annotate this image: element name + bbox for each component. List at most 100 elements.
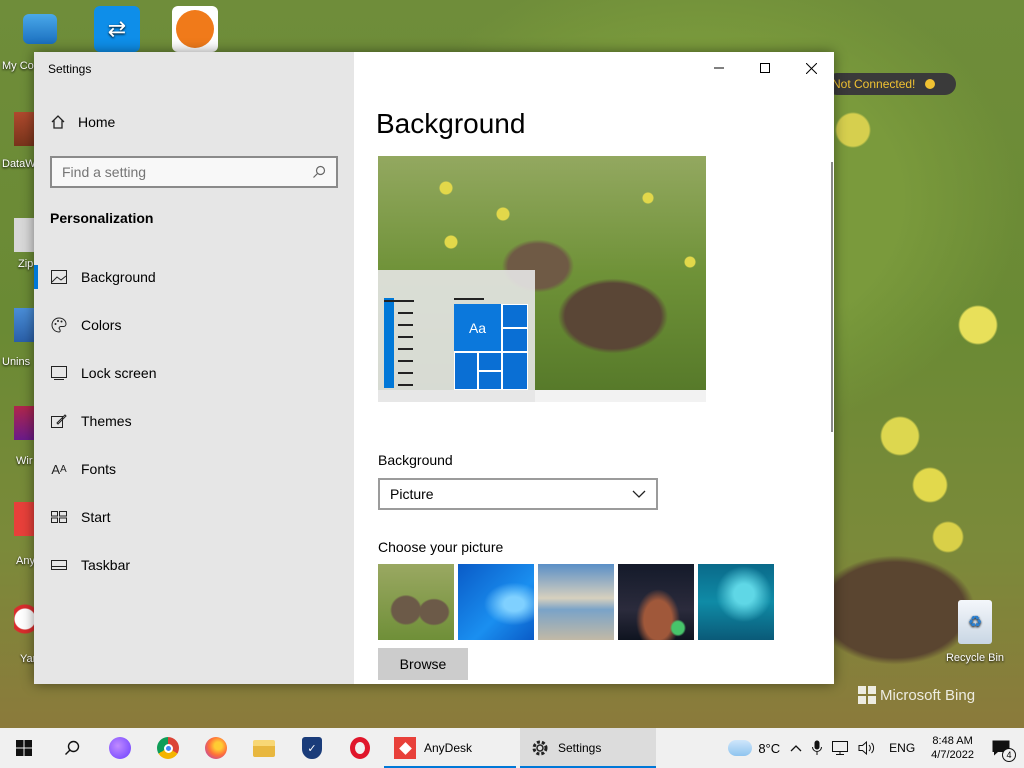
- background-preview: Aa: [378, 156, 706, 402]
- background-type-dropdown[interactable]: Picture: [378, 478, 658, 510]
- section-heading: Personalization: [50, 210, 154, 226]
- nav-item-fonts[interactable]: AA Fonts: [34, 445, 354, 493]
- close-button[interactable]: [788, 52, 834, 84]
- content-scrollbar[interactable]: [831, 162, 833, 432]
- nav-item-label: Start: [81, 509, 111, 525]
- status-dot-icon: [925, 79, 936, 89]
- start-icon: [51, 509, 67, 525]
- chrome-taskbar-button[interactable]: [144, 728, 192, 768]
- minimize-button[interactable]: [696, 52, 742, 84]
- alice-icon: [109, 737, 131, 759]
- anydesk-desktop-icon[interactable]: [14, 502, 36, 536]
- preview-mock-line: [398, 384, 413, 386]
- dropdown-selected-value: Picture: [390, 486, 434, 502]
- window-controls: [696, 52, 834, 84]
- firefox-taskbar-button[interactable]: [192, 728, 240, 768]
- preview-mock-line: [398, 348, 413, 350]
- alice-assistant-button[interactable]: [96, 728, 144, 768]
- clock-time: 8:48 AM: [932, 735, 973, 747]
- zip-desktop-icon[interactable]: [14, 218, 36, 252]
- brush-icon: [51, 413, 67, 429]
- opera-icon: [350, 737, 370, 759]
- picture-thumbnail-windows[interactable]: [458, 564, 534, 640]
- taskbar-app-anydesk[interactable]: AnyDesk: [384, 728, 516, 768]
- nav-item-label: Lock screen: [81, 365, 157, 381]
- network-button[interactable]: [827, 741, 853, 755]
- taskbar-app-label: Settings: [558, 741, 602, 755]
- picture-thumbnail-beach[interactable]: [538, 564, 614, 640]
- datawin-desktop-icon[interactable]: [14, 112, 36, 146]
- preview-mock-line: [398, 312, 413, 314]
- desktop-label: DataW: [2, 158, 36, 170]
- nav-item-start[interactable]: Start: [34, 493, 354, 541]
- picture-thumbnail-underwater[interactable]: [698, 564, 774, 640]
- microsoft-logo-icon: [858, 686, 876, 704]
- preview-mock-line: [454, 298, 484, 300]
- nav-item-label: Background: [81, 269, 156, 285]
- teamviewer-desktop-icon[interactable]: ⇄: [87, 6, 147, 52]
- windows-logo-icon: [16, 740, 32, 756]
- picture-thumbnail-birds[interactable]: [378, 564, 454, 640]
- search-icon: [313, 165, 326, 178]
- action-center-button[interactable]: 4: [982, 740, 1024, 762]
- choose-picture-label: Choose your picture: [378, 539, 504, 555]
- avast-desktop-icon[interactable]: [165, 6, 225, 52]
- taskbar-app-label: AnyDesk: [424, 741, 473, 755]
- firefox-icon: [205, 737, 227, 759]
- system-tray: 8°C ENG 8:48 AM 4/7/2022 4: [723, 728, 1024, 768]
- maximize-button[interactable]: [742, 52, 788, 84]
- language-indicator[interactable]: ENG: [881, 741, 923, 755]
- preview-mock-line: [398, 324, 413, 326]
- home-icon: [51, 115, 65, 129]
- show-hidden-icons-button[interactable]: [785, 744, 807, 752]
- settings-window: Settings Home Personalization Background: [34, 52, 834, 684]
- bing-watermark: Microsoft Bing: [858, 686, 975, 704]
- browse-button[interactable]: Browse: [378, 648, 468, 680]
- desktop-label: My Co: [2, 60, 34, 72]
- folder-icon: [253, 739, 275, 757]
- connection-status-label: Not Connected!: [832, 77, 916, 91]
- watermark-text: Microsoft Bing: [880, 686, 976, 704]
- preview-mock-line: [398, 360, 413, 362]
- connection-status-pill[interactable]: Not Connected!: [826, 73, 956, 95]
- search-taskbar-button[interactable]: [48, 728, 96, 768]
- settings-content: Background Aa Background Picture Choose …: [354, 52, 834, 684]
- shield-app-taskbar-button[interactable]: ✓: [288, 728, 336, 768]
- shield-icon: ✓: [302, 737, 322, 759]
- weather-widget[interactable]: 8°C: [723, 740, 785, 756]
- taskbar-app-settings[interactable]: Settings: [520, 728, 656, 768]
- preview-mock-line: [384, 300, 414, 302]
- palette-icon: [51, 317, 67, 333]
- uninstall-desktop-icon[interactable]: [14, 308, 36, 342]
- volume-button[interactable]: [853, 741, 881, 755]
- yandex-desktop-icon[interactable]: [14, 602, 36, 636]
- nav-item-label: Taskbar: [81, 557, 131, 573]
- nav-item-background[interactable]: Background: [34, 253, 354, 301]
- opera-taskbar-button[interactable]: [336, 728, 384, 768]
- nav-item-colors[interactable]: Colors: [34, 301, 354, 349]
- page-title: Background: [376, 108, 526, 139]
- picture-thumbnail-night-sky[interactable]: [618, 564, 694, 640]
- recycle-bin-desktop-icon[interactable]: ♻ Recycle Bin: [940, 600, 1010, 664]
- start-button[interactable]: [0, 728, 48, 768]
- image-icon: [51, 269, 67, 285]
- home-nav-item[interactable]: Home: [50, 114, 115, 130]
- nav-item-themes[interactable]: Themes: [34, 397, 354, 445]
- nav-item-taskbar[interactable]: Taskbar: [34, 541, 354, 589]
- chrome-icon: [157, 737, 179, 759]
- nav-item-lock-screen[interactable]: Lock screen: [34, 349, 354, 397]
- clock[interactable]: 8:48 AM 4/7/2022: [923, 734, 982, 762]
- temperature-text: 8°C: [758, 740, 781, 756]
- taskbar: ✓ AnyDesk Settings 8°C ENG 8:48 AM 4/7/2: [0, 728, 1024, 768]
- maximize-icon: [760, 63, 770, 73]
- search-box[interactable]: [50, 156, 338, 188]
- preview-mock-sidebar: [384, 298, 394, 388]
- desktop-label: Unins: [2, 356, 31, 368]
- my-computer-desktop-icon[interactable]: [10, 8, 70, 44]
- search-input[interactable]: [62, 164, 302, 180]
- anydesk-icon: [394, 737, 416, 759]
- microphone-button[interactable]: [807, 740, 827, 756]
- desktop-label: Any: [16, 555, 35, 567]
- winrar-desktop-icon[interactable]: [14, 406, 36, 440]
- file-explorer-taskbar-button[interactable]: [240, 728, 288, 768]
